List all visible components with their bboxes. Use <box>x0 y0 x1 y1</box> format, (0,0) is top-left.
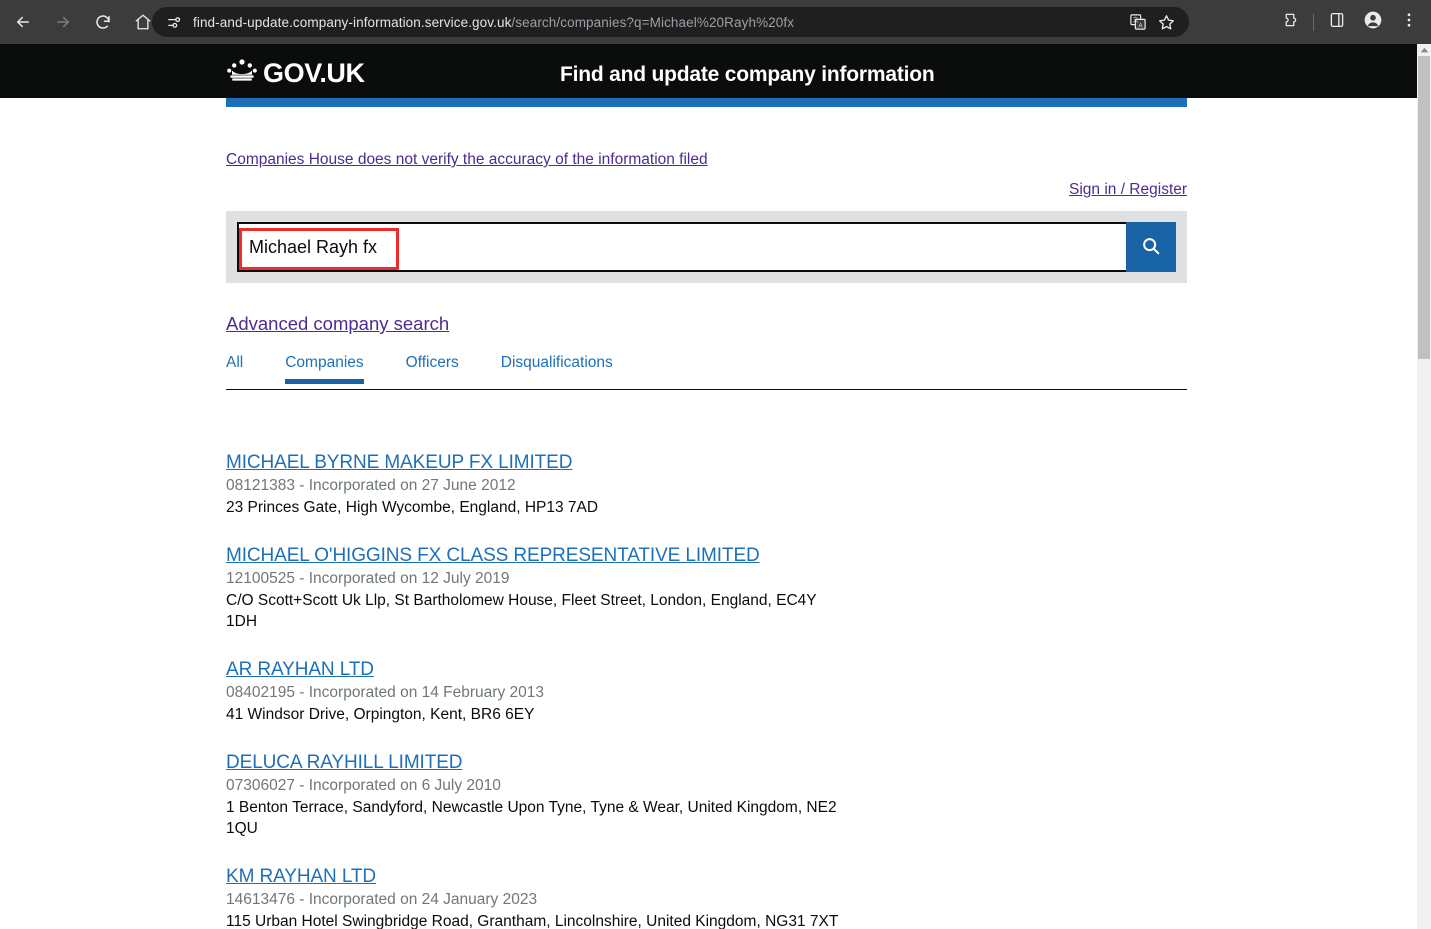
page-viewport: GOV.UK Find and update company informati… <box>0 44 1417 929</box>
result-company-link[interactable]: AR RAYHAN LTD <box>226 659 374 681</box>
search-button[interactable] <box>1126 222 1176 272</box>
scrollbar-thumb[interactable] <box>1418 56 1430 359</box>
search-magnifier-icon <box>1140 235 1162 260</box>
disclaimer-link[interactable]: Companies House does not verify the accu… <box>226 151 708 169</box>
reload-button[interactable] <box>86 5 120 39</box>
result-company-link[interactable]: KM RAYHAN LTD <box>226 866 376 888</box>
page-scrollbar[interactable] <box>1417 44 1431 929</box>
back-button[interactable] <box>6 5 40 39</box>
svg-text:文: 文 <box>1132 16 1138 24</box>
result-company-address: 1 Benton Terrace, Sandyford, Newcastle U… <box>226 798 837 837</box>
home-icon <box>134 13 152 31</box>
tab-officers[interactable]: Officers <box>406 352 459 383</box>
svg-text:A: A <box>1138 24 1142 30</box>
side-panel-button[interactable] <box>1322 7 1352 37</box>
three-dot-menu-icon <box>1400 11 1418 34</box>
govuk-brand-text: GOV.UK <box>263 57 365 88</box>
extensions-button[interactable] <box>1275 7 1305 37</box>
search-input[interactable] <box>237 222 1126 272</box>
service-name: Find and update company information <box>560 63 935 86</box>
browser-menu-button[interactable] <box>1394 7 1424 37</box>
browser-toolbar: find-and-update.company-information.serv… <box>0 0 1431 44</box>
side-panel-icon <box>1328 11 1346 34</box>
advanced-company-search-link[interactable]: Advanced company search <box>226 313 449 335</box>
search-results-list: MICHAEL BYRNE MAKEUP FX LIMITED 08121383… <box>226 452 1187 929</box>
scrollbar-up-arrow[interactable] <box>1417 44 1431 56</box>
search-band <box>226 211 1187 283</box>
reload-icon <box>94 13 112 31</box>
result-company-link[interactable]: MICHAEL O'HIGGINS FX CLASS REPRESENTATIV… <box>226 545 760 567</box>
address-bar[interactable]: find-and-update.company-information.serv… <box>152 7 1189 37</box>
toolbar-separator <box>1313 13 1314 31</box>
site-settings-icon[interactable] <box>163 11 185 33</box>
result-item: MICHAEL O'HIGGINS FX CLASS REPRESENTATIV… <box>226 545 1187 633</box>
govuk-brand[interactable]: GOV.UK <box>226 58 365 88</box>
result-company-meta: 14613476 - Incorporated on 24 January 20… <box>226 890 538 908</box>
extensions-icon <box>1281 11 1299 34</box>
phase-banner-bar <box>226 98 1187 107</box>
star-icon[interactable] <box>1153 9 1179 35</box>
result-item: KM RAYHAN LTD 14613476 - Incorporated on… <box>226 866 1187 929</box>
result-company-link[interactable]: DELUCA RAYHILL LIMITED <box>226 752 463 774</box>
result-item: MICHAEL BYRNE MAKEUP FX LIMITED 08121383… <box>226 452 1187 519</box>
result-item: DELUCA RAYHILL LIMITED 07306027 - Incorp… <box>226 752 1187 840</box>
sign-in-register-link[interactable]: Sign in / Register <box>1069 181 1187 199</box>
url-domain: find-and-update.company-information.serv… <box>193 14 512 30</box>
profile-button[interactable] <box>1358 7 1388 37</box>
tab-companies[interactable]: Companies <box>285 352 365 384</box>
result-company-address: C/O Scott+Scott Uk Llp, St Bartholomew H… <box>226 591 817 630</box>
url-path: /search/companies?q=Michael%20Rayh%20fx <box>511 14 795 30</box>
search-form <box>237 222 1176 272</box>
result-company-meta: 08402195 - Incorporated on 14 February 2… <box>226 683 544 701</box>
translate-icon[interactable]: 文A <box>1125 9 1151 35</box>
govuk-crown-icon <box>226 58 258 88</box>
result-company-meta: 12100525 - Incorporated on 12 July 2019 <box>226 569 510 587</box>
result-company-address: 41 Windsor Drive, Orpington, Kent, BR6 6… <box>226 705 535 723</box>
result-item: AR RAYHAN LTD 08402195 - Incorporated on… <box>226 659 1187 726</box>
result-company-address: 115 Urban Hotel Swingbridge Road, Granth… <box>226 912 839 929</box>
forward-button[interactable] <box>46 5 80 39</box>
back-arrow-icon <box>14 13 32 31</box>
profile-avatar-icon <box>1363 10 1383 35</box>
tab-disqualifications[interactable]: Disqualifications <box>501 352 613 383</box>
result-company-link[interactable]: MICHAEL BYRNE MAKEUP FX LIMITED <box>226 452 572 474</box>
result-company-address: 23 Princes Gate, High Wycombe, England, … <box>226 499 599 516</box>
result-company-meta: 07306027 - Incorporated on 6 July 2010 <box>226 776 501 794</box>
result-company-meta: 08121383 - Incorporated on 27 June 2012 <box>226 477 516 494</box>
url-text: find-and-update.company-information.serv… <box>193 15 794 30</box>
govuk-header: GOV.UK Find and update company informati… <box>0 44 1417 98</box>
browser-actions <box>1272 7 1427 37</box>
tab-all[interactable]: All <box>226 352 243 383</box>
search-result-tabs: All Companies Officers Disqualifications <box>226 352 1187 390</box>
forward-arrow-icon <box>54 13 72 31</box>
